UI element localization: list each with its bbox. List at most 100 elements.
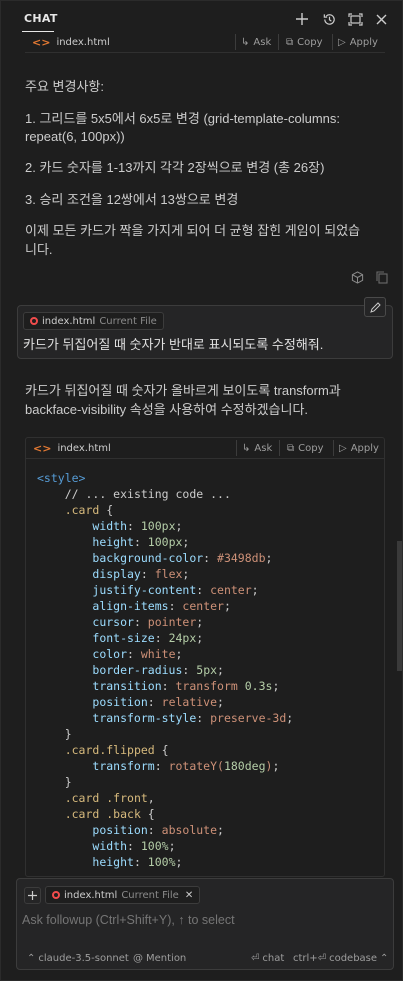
code-token: .card .front <box>64 791 148 805</box>
prev-code-header: <> index.html ↳ Ask ⧉ Copy ▷ Apply <box>25 32 385 52</box>
code-token: 100px <box>147 535 183 549</box>
model-label: claude-3.5-sonnet <box>38 953 129 964</box>
file-icon <box>52 891 60 899</box>
chevron-up-icon: ⌃ <box>27 953 36 964</box>
code-token: 100% <box>140 839 169 853</box>
code-token: : <box>133 535 148 549</box>
code-token: : <box>161 679 176 693</box>
code-token: white <box>140 647 176 661</box>
scrollbar[interactable] <box>397 541 402 671</box>
code-token: .card .back <box>64 807 141 821</box>
code-token: ; <box>272 679 280 693</box>
code-token: : <box>196 583 211 597</box>
code-token: ; <box>182 535 190 549</box>
history-icon[interactable] <box>320 10 338 28</box>
code-token: transform <box>92 759 155 773</box>
code-token: transition <box>92 679 162 693</box>
code-token: border-radius <box>92 663 183 677</box>
code-token: : <box>127 519 141 533</box>
code-token: 180deg <box>223 759 266 773</box>
copy-icon: ⧉ <box>286 36 294 48</box>
file-icon <box>30 317 38 325</box>
maximize-icon[interactable] <box>346 10 364 28</box>
code-line: } <box>37 726 293 742</box>
chevron-up-icon: ⌃ <box>380 953 389 964</box>
prev-copy-button[interactable]: ⧉ Copy <box>286 37 323 48</box>
code-line: background-color: #3498db; <box>37 550 293 566</box>
ask-icon: ↳ <box>242 442 251 454</box>
divider <box>235 34 236 50</box>
code-token: color <box>92 647 128 661</box>
plus-icon[interactable] <box>293 10 311 28</box>
code-token: } <box>64 727 72 741</box>
copy-icon[interactable] <box>376 271 388 288</box>
code-token: : <box>154 631 169 645</box>
code-token: ; <box>223 599 231 613</box>
codebase-shortcut: ctrl+⏎ <box>293 953 327 964</box>
code-line: .card .front, <box>37 790 293 806</box>
chat-label: chat <box>262 953 285 964</box>
chip-sub: Current File <box>99 315 157 327</box>
code-filename: index.html <box>57 442 111 454</box>
code-token: ; <box>286 711 294 725</box>
mention-button[interactable]: @ Mention <box>133 953 186 964</box>
ask-button[interactable]: ↳ Ask <box>242 443 272 454</box>
followup-input[interactable] <box>22 911 382 929</box>
code-token: background-color <box>92 551 204 565</box>
ask-icon: ↳ <box>241 36 250 48</box>
chip-filename: index.html <box>64 889 118 901</box>
copy-label: Copy <box>298 442 324 454</box>
code-token: cursor <box>92 615 134 629</box>
code-token: .card.flipped <box>64 743 155 757</box>
code-token: ; <box>272 759 280 773</box>
codebase-button[interactable]: ctrl+⏎ codebase ⌃ <box>293 953 388 964</box>
chat-submit-button[interactable]: ⏎ chat <box>251 953 284 964</box>
apply-label: Apply <box>349 36 378 48</box>
code-token: .card <box>64 503 100 517</box>
prev-code-file: <> index.html <box>32 36 110 49</box>
code-token: { <box>99 503 114 517</box>
apply-button[interactable]: ▷ Apply <box>339 443 379 454</box>
assistant-summary: 니다. <box>25 242 53 257</box>
apply-label: Apply <box>350 442 379 454</box>
context-file-chip[interactable]: index.html Current File <box>23 312 164 330</box>
prev-apply-button[interactable]: ▷ Apply <box>338 37 378 48</box>
code-token: ; <box>175 519 183 533</box>
code-token: { <box>154 743 169 757</box>
code-token: : <box>196 711 211 725</box>
code-line: transform-style: preserve-3d; <box>37 710 293 726</box>
user-message[interactable]: index.html Current File 카드가 뒤집어질 때 숫자가 반… <box>17 305 393 359</box>
cube-icon[interactable] <box>351 271 364 288</box>
code-file-icon: <> <box>32 35 51 49</box>
code-token: align-items <box>92 599 169 613</box>
code-token: 0.3s <box>244 679 273 693</box>
code-token: } <box>64 775 72 789</box>
code-line: display: flex; <box>37 566 293 582</box>
code-token: , <box>147 791 155 805</box>
copy-button[interactable]: ⧉ Copy <box>287 443 324 454</box>
code-token: 100% <box>147 855 176 869</box>
code-token: display <box>92 567 141 581</box>
at-icon: @ <box>133 953 143 964</box>
code-token: ; <box>217 823 224 837</box>
prev-ask-button[interactable]: ↳ Ask <box>241 37 271 48</box>
assistant-list-item: 1. 그리드를 5x5에서 6x5로 변경 (grid-template-col… <box>25 111 341 126</box>
edit-icon[interactable] <box>364 297 386 317</box>
code-token: ; <box>265 551 273 565</box>
add-context-button[interactable] <box>24 887 41 904</box>
chip-close-icon[interactable]: ✕ <box>185 890 193 901</box>
code-token: 24px <box>168 631 197 645</box>
ask-label: Ask <box>254 442 273 454</box>
model-selector[interactable]: ⌃ claude-3.5-sonnet <box>27 953 129 964</box>
code-line: width: 100%; <box>37 838 293 854</box>
chip-filename: index.html <box>42 315 96 327</box>
code-line: justify-content: center; <box>37 582 293 598</box>
assistant-list-item: 3. 승리 조건을 12쌍에서 13쌍으로 변경 <box>25 192 239 207</box>
code-token: : <box>182 663 197 677</box>
close-icon[interactable] <box>372 10 390 28</box>
play-icon: ▷ <box>338 36 346 48</box>
input-context-chip[interactable]: index.html Current File ✕ <box>45 886 201 904</box>
code-token: justify-content <box>92 583 197 597</box>
code-line: transform: rotateY(180deg); <box>37 758 293 774</box>
code-token: absolute <box>161 823 218 837</box>
